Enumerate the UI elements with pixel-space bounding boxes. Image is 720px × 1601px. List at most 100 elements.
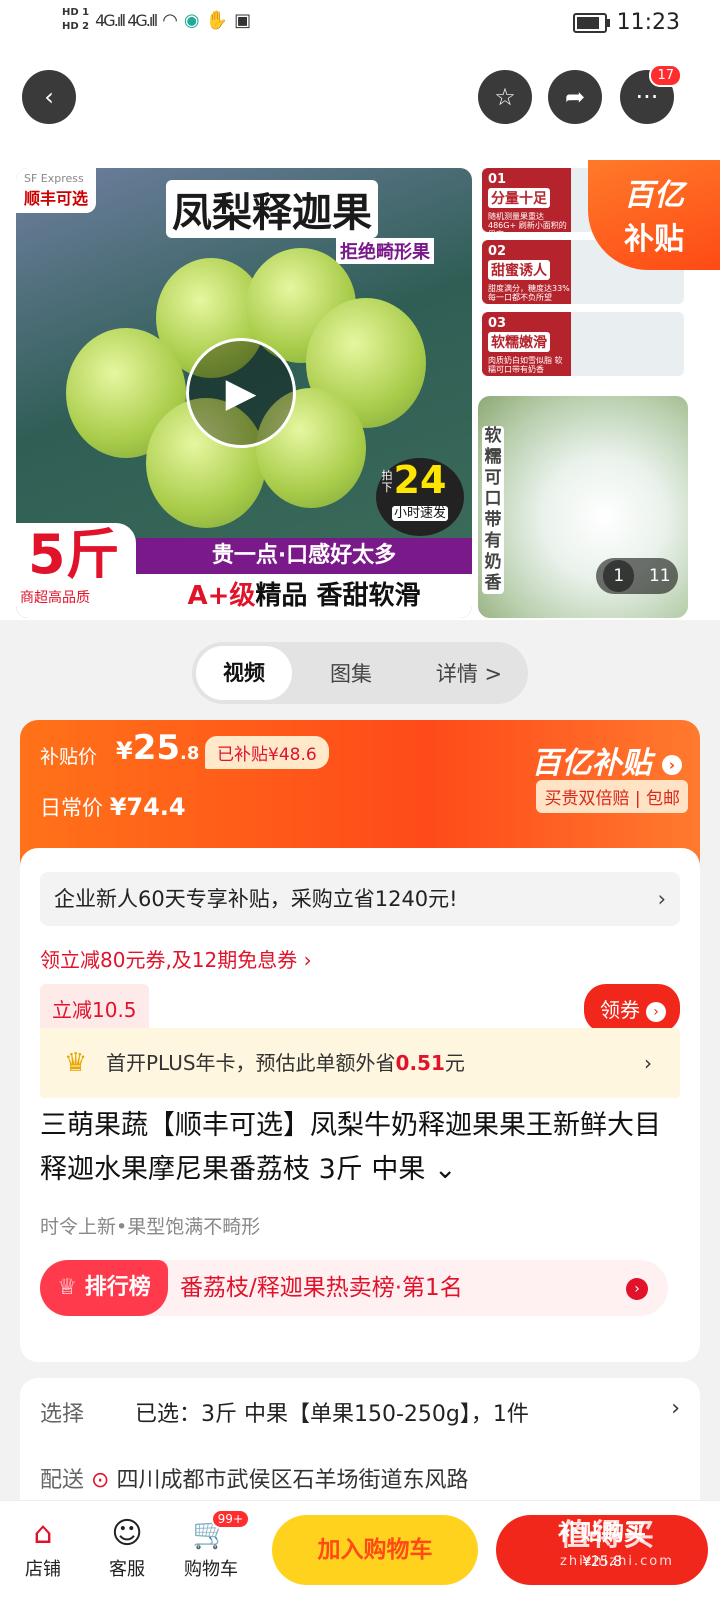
star-icon: ☆: [494, 83, 516, 111]
media-tabs: 视频 图集 详情 >: [192, 642, 528, 704]
slogan-line1: 贵一点·口感好太多: [136, 538, 472, 574]
cart-button[interactable]: 🛒 99+ 购物车: [176, 1509, 250, 1581]
play-video-button[interactable]: ▶: [186, 338, 296, 448]
plus-membership-bar[interactable]: ♛ 首开PLUS年卡，预估此单额外省0.51元 ›: [40, 1028, 680, 1098]
app-icon: ◉: [183, 9, 200, 31]
main-video-thumbnail[interactable]: SF Express 顺丰可选 凤梨释迦果 拒绝畸形果 ▶ 拍下 24 小时速发…: [16, 168, 472, 618]
favorite-button[interactable]: ☆: [478, 70, 532, 124]
hd-indicator: HD 1 HD 2: [62, 6, 89, 34]
service-label: 客服: [109, 1559, 145, 1580]
image-counter: 1 11: [596, 558, 678, 594]
plus-amount: 0.51: [395, 1051, 445, 1075]
product-info-card: 企业新人60天专享补贴，采购立省1240元! › 领立减80元券,及12期免息券…: [20, 848, 700, 1362]
feature-title: 甜蜜诱人: [488, 260, 550, 280]
grade-text: A+级: [187, 581, 256, 611]
tab-video[interactable]: 视频: [196, 646, 292, 700]
hd1-label: HD 1: [62, 7, 90, 18]
back-button[interactable]: ‹: [22, 70, 76, 124]
counter-total: 11: [648, 566, 671, 586]
chevron-right-icon: ›: [626, 1278, 648, 1300]
product-title[interactable]: 三萌果蔬【顺丰可选】凤梨牛奶释迦果果王新鲜大目释迦水果摩尼果番荔枝 3斤 中果 …: [40, 1104, 680, 1192]
image-subtitle: 拒绝畸形果: [336, 238, 434, 264]
subsidy-price-label: 补贴价: [40, 746, 98, 768]
delivery-address: 四川成都市武侯区石羊场街道东风路: [116, 1468, 469, 1493]
ranking-label: ♕ 排行榜: [40, 1260, 168, 1316]
status-left: HD 1 HD 2 4G.ıll 4G.ıll ◠ ◉ ✋ ▣: [62, 6, 251, 34]
spec-selector[interactable]: 选择 已选：3斤 中果【单果150-250g】，1件 ›: [40, 1396, 680, 1428]
tab-details[interactable]: 详情 >: [410, 658, 528, 688]
shop-button[interactable]: ⌂ 店铺: [8, 1513, 78, 1581]
speed-prefix: 拍下: [381, 469, 393, 494]
feature-number: 02: [488, 244, 507, 259]
subsidy-price: ¥25.8: [116, 728, 199, 768]
feature-title: 软糯嫩滑: [488, 332, 550, 352]
feature-thumb-3[interactable]: 03 软糯嫩滑 肉质奶白如雪似脂 软糯可口带有奶香: [482, 312, 684, 376]
subsidy-badge-line1: 百亿: [624, 178, 684, 213]
feature-number: 03: [488, 316, 507, 331]
image-title: 凤梨释迦果: [166, 180, 378, 238]
feature-number: 01: [488, 172, 507, 187]
clock: 11:23: [616, 10, 680, 35]
feature-desc: 甜度满分，糖度达33% 每一口都不负所望: [488, 284, 570, 302]
service-button[interactable]: ☺ 客服: [92, 1513, 162, 1581]
message-count-badge: 17: [649, 64, 682, 87]
watermark-text: 值得买: [560, 1518, 656, 1553]
enterprise-promo-text: 企业新人60天专享补贴，采购立省1240元!: [54, 887, 458, 911]
spoon-caption: 软糯可口带有奶香: [482, 426, 504, 594]
product-subtitle: 时令上新•果型饱满不畸形: [40, 1216, 261, 1238]
watermark: 值得买 zhizhizhi.com: [560, 1510, 674, 1569]
billion-subsidy-text: 百亿补贴: [531, 746, 652, 781]
more-icon: ···: [635, 83, 659, 111]
guarantee-tag[interactable]: 买贵双倍赔 | 包邮: [536, 780, 688, 813]
instant-reduce-tag: 立减10.5: [40, 984, 149, 1033]
weight-badge: 5斤 商超高品质: [16, 523, 136, 618]
watermark-url: zhizhizhi.com: [560, 1554, 674, 1569]
chevron-right-icon: ›: [646, 1001, 666, 1022]
speed-text: 小时速发: [391, 506, 448, 521]
plus-text: 首开PLUS年卡，预估此单额外省: [106, 1051, 396, 1075]
status-bar: HD 1 HD 2 4G.ıll 4G.ıll ◠ ◉ ✋ ▣ 11:23: [0, 0, 720, 50]
billion-subsidy-link[interactable]: 百亿补贴 ›: [532, 738, 682, 782]
currency-symbol: ¥: [116, 737, 133, 765]
slogan-line2: A+级精品 香甜软滑: [136, 574, 472, 618]
already-subsidy-tag: 已补贴¥48.6: [205, 736, 329, 769]
shipping-speed-badge: 拍下 24 小时速发: [376, 458, 464, 536]
chevron-right-icon: ›: [644, 1051, 652, 1075]
tab-gallery[interactable]: 图集: [292, 658, 410, 688]
ranking-text: 番荔枝/释迦果热卖榜·第1名: [180, 1275, 463, 1301]
chevron-right-icon: ›: [662, 754, 682, 775]
cart-label: 购物车: [184, 1559, 238, 1580]
notification-icon: ▣: [234, 9, 252, 31]
shop-label: 店铺: [25, 1559, 61, 1580]
chevron-left-icon: ‹: [44, 83, 54, 111]
billion-subsidy-badge: 百亿 补贴: [588, 160, 720, 270]
feature-desc: 肉质奶白如雪似脂 软糯可口带有奶香: [488, 356, 563, 374]
add-to-cart-button[interactable]: 加入购物车: [272, 1515, 478, 1585]
ranking-bar[interactable]: ♕ 排行榜 番荔枝/释迦果热卖榜·第1名 ›: [40, 1260, 668, 1316]
enterprise-promo-bar[interactable]: 企业新人60天专享补贴，采购立省1240元! ›: [40, 872, 680, 926]
cart-count-badge: 99+: [210, 1509, 250, 1529]
share-icon: ➦: [564, 83, 586, 111]
more-button[interactable]: ··· 17: [620, 64, 682, 124]
selected-spec: 已选：3斤 中果【单果150-250g】，1件: [135, 1402, 529, 1427]
select-label: 选择: [40, 1402, 85, 1427]
get-coupon-label: 领券: [600, 998, 640, 1022]
delivery-row[interactable]: 配送 ⊙ 四川成都市武侯区石羊场街道东风路: [40, 1462, 468, 1494]
get-coupon-button[interactable]: 领券 ›: [584, 984, 680, 1033]
weight-subtext: 商超高品质: [20, 590, 90, 606]
battery-icon: [572, 12, 610, 33]
feature-desc: 随机测量果重达486G+ 刷新小面积的果实: [488, 212, 567, 239]
share-button[interactable]: ➦: [548, 70, 602, 124]
daily-price: 日常价 ¥74.4: [40, 792, 186, 822]
chevron-right-icon: ›: [657, 887, 666, 911]
daily-price-value: ¥74.4: [109, 793, 186, 821]
price-integer: 25: [132, 728, 181, 768]
top-header: ‹ ☆ ➦ ··· 17: [0, 50, 720, 160]
slogan-text: 精品 香甜软滑: [255, 581, 421, 611]
hd2-label: HD 2: [62, 21, 90, 32]
coupon-link[interactable]: 领立减80元券,及12期免息券 ›: [40, 944, 312, 973]
price-decimal: .8: [180, 743, 200, 764]
sf-express-logo: SF Express 顺丰可选: [16, 168, 97, 213]
play-icon: ▶: [225, 370, 257, 416]
status-right: 11:23: [572, 10, 680, 35]
